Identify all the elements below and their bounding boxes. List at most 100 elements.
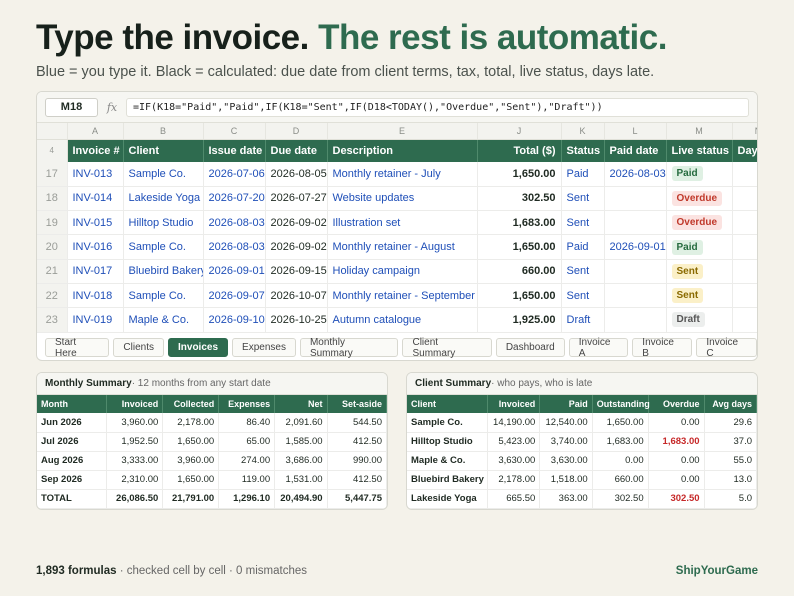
summary-total-row[interactable]: TOTAL 26,086.50 21,791.00 1,296.10 20,494.90… — [37, 488, 387, 509]
invoice-number-cell[interactable]: INV-018 — [67, 283, 124, 309]
table-row[interactable]: 19 INV-015 Hilltop Studio 2026-08-03 2026-09… — [37, 210, 757, 236]
row-number[interactable]: 23 — [37, 307, 68, 333]
issue-date-cell[interactable]: 2026-09-10 — [203, 307, 266, 333]
summary-cell[interactable]: 65.00 — [218, 432, 276, 452]
column-header[interactable]: Paid date — [604, 139, 667, 162]
status-cell[interactable]: Sent — [561, 186, 605, 212]
summary-cell[interactable]: 1,650.00 — [162, 470, 220, 490]
summary-cell[interactable]: 29.6 — [704, 413, 757, 433]
due-date-cell[interactable]: 2026-09-02 — [265, 210, 328, 236]
summary-cell[interactable]: Maple & Co. — [407, 451, 488, 471]
summary-cell[interactable]: 1,650.00 — [592, 413, 649, 433]
live-status-cell[interactable]: Overdue — [666, 210, 733, 236]
days-late-cell[interactable]: 0 — [732, 259, 757, 284]
total-cell[interactable]: 1,650.00 — [477, 283, 562, 309]
summary-cell[interactable]: 3,630.00 — [539, 451, 593, 471]
summary-cell[interactable]: Lakeside Yoga — [407, 489, 488, 509]
summary-cell[interactable]: 0.00 — [648, 413, 705, 433]
column-header[interactable]: Status — [561, 139, 605, 162]
table-row[interactable]: 22 INV-018 Sample Co. 2026-09-07 2026-10-07 M… — [37, 283, 757, 309]
description-cell[interactable]: Holiday campaign — [327, 259, 478, 284]
summary-cell[interactable]: 3,740.00 — [539, 432, 593, 452]
days-late-cell[interactable]: 0 — [732, 162, 757, 187]
invoice-number-cell[interactable]: INV-016 — [67, 234, 124, 260]
row-number[interactable]: 4 — [37, 139, 68, 162]
tab-invoice-a[interactable]: Invoice A — [568, 337, 629, 359]
client-cell[interactable]: Hilltop Studio — [123, 210, 204, 236]
live-status-cell[interactable]: Sent — [666, 259, 733, 284]
column-header[interactable]: Invoice # — [67, 139, 124, 162]
paid-date-cell[interactable] — [604, 210, 667, 236]
description-cell[interactable]: Autumn catalogue — [327, 307, 478, 333]
issue-date-cell[interactable]: 2026-09-07 — [203, 283, 266, 309]
summary-row[interactable]: Jul 2026 1,952.50 1,650.00 65.00 1,585.00 412… — [37, 432, 387, 452]
row-number[interactable]: 18 — [37, 186, 68, 212]
due-date-cell[interactable]: 2026-09-15 — [265, 259, 328, 284]
table-row[interactable]: 20 INV-016 Sample Co. 2026-08-03 2026-09-02 M… — [37, 234, 757, 260]
column-letter-M[interactable]: M — [666, 123, 733, 140]
paid-date-cell[interactable] — [604, 283, 667, 309]
summary-cell[interactable]: 302.50 — [648, 489, 705, 509]
tab-expenses[interactable]: Expenses — [232, 338, 296, 357]
live-status-cell[interactable]: Sent — [666, 283, 733, 309]
summary-row[interactable]: Lakeside Yoga 665.50 363.00 302.50 302.50 5.0 — [407, 489, 757, 509]
summary-cell[interactable]: 12,540.00 — [539, 413, 593, 433]
total-cell[interactable]: 302.50 — [477, 186, 562, 212]
summary-cell[interactable]: 2,178.00 — [162, 413, 220, 433]
column-header[interactable]: Description — [327, 139, 478, 162]
tab-client-summary[interactable]: Client Summary — [402, 337, 492, 359]
summary-cell[interactable]: 665.50 — [487, 489, 541, 509]
status-cell[interactable]: Draft — [561, 307, 605, 333]
paid-date-cell[interactable]: 2026-08-03 — [604, 162, 667, 187]
summary-cell[interactable]: 2,310.00 — [106, 470, 164, 490]
status-cell[interactable]: Sent — [561, 283, 605, 309]
invoice-number-cell[interactable]: INV-017 — [67, 259, 124, 284]
column-header[interactable]: Due date — [265, 139, 328, 162]
summary-total-cell[interactable]: 5,447.75 — [327, 488, 387, 509]
summary-cell[interactable]: 55.0 — [704, 451, 757, 471]
summary-row[interactable]: Sample Co. 14,190.00 12,540.00 1,650.00 0.00… — [407, 413, 757, 433]
summary-cell[interactable]: 3,960.00 — [162, 451, 220, 471]
summary-total-cell[interactable]: TOTAL — [37, 488, 108, 509]
total-cell[interactable]: 1,650.00 — [477, 162, 562, 187]
summary-cell[interactable]: 3,333.00 — [106, 451, 164, 471]
paid-date-cell[interactable] — [604, 307, 667, 333]
name-box[interactable]: M18 — [45, 97, 98, 117]
due-date-cell[interactable]: 2026-08-05 — [265, 162, 328, 187]
status-cell[interactable]: Sent — [561, 259, 605, 284]
summary-cell[interactable]: 3,686.00 — [274, 451, 328, 471]
due-date-cell[interactable]: 2026-10-25 — [265, 307, 328, 333]
live-status-cell[interactable]: Paid — [666, 162, 733, 187]
tab-monthly-summary[interactable]: Monthly Summary — [299, 337, 399, 359]
column-header[interactable]: Client — [123, 139, 204, 162]
column-header[interactable]: Total ($) — [477, 139, 562, 162]
status-cell[interactable]: Paid — [561, 162, 605, 187]
summary-cell[interactable]: Jul 2026 — [37, 432, 108, 452]
summary-row[interactable]: Jun 2026 3,960.00 2,178.00 86.40 2,091.60 544… — [37, 413, 387, 433]
paid-date-cell[interactable]: 2026-09-01 — [604, 234, 667, 260]
column-header[interactable]: Days late — [732, 139, 757, 162]
invoice-number-cell[interactable]: INV-014 — [67, 186, 124, 212]
row-number[interactable]: 20 — [37, 234, 68, 260]
total-cell[interactable]: 1,683.00 — [477, 210, 562, 236]
summary-cell[interactable]: Bluebird Bakery — [407, 470, 488, 490]
issue-date-cell[interactable]: 2026-07-20 — [203, 186, 266, 212]
issue-date-cell[interactable]: 2026-07-06 — [203, 162, 266, 187]
column-letter-C[interactable]: C — [203, 123, 266, 140]
description-cell[interactable]: Illustration set — [327, 210, 478, 236]
summary-cell[interactable]: 1,585.00 — [274, 432, 328, 452]
summary-row[interactable]: Hilltop Studio 5,423.00 3,740.00 1,683.00 1,… — [407, 432, 757, 452]
client-cell[interactable]: Lakeside Yoga — [123, 186, 204, 212]
summary-cell[interactable]: 0.00 — [648, 451, 705, 471]
summary-cell[interactable]: 13.0 — [704, 470, 757, 490]
issue-date-cell[interactable]: 2026-09-01 — [203, 259, 266, 284]
summary-cell[interactable]: 1,683.00 — [648, 432, 705, 452]
summary-cell[interactable]: 5,423.00 — [487, 432, 541, 452]
summary-cell[interactable]: 119.00 — [218, 470, 276, 490]
summary-total-cell[interactable]: 1,296.10 — [218, 488, 276, 509]
summary-row[interactable]: Sep 2026 2,310.00 1,650.00 119.00 1,531.00 41… — [37, 470, 387, 490]
live-status-cell[interactable]: Overdue — [666, 186, 733, 212]
days-late-cell[interactable]: 0 — [732, 234, 757, 260]
summary-cell[interactable]: 3,630.00 — [487, 451, 541, 471]
client-cell[interactable]: Sample Co. — [123, 283, 204, 309]
